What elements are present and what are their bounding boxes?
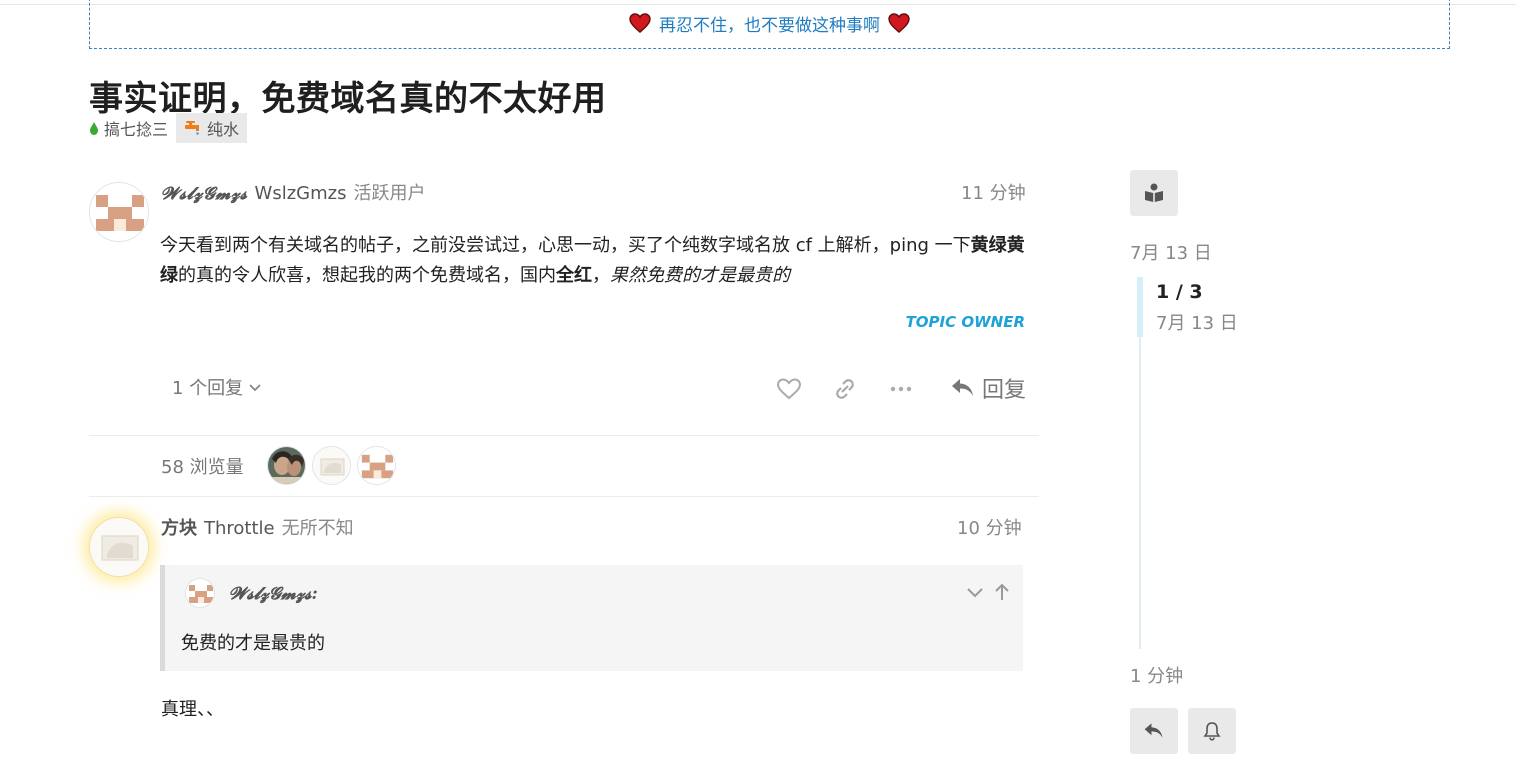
topic-tags: 搞七捻三 纯水 bbox=[89, 113, 248, 143]
show-replies-button[interactable]: 1 个回复 bbox=[172, 374, 263, 400]
timeline-start-date[interactable]: 7月 13 日 bbox=[1130, 239, 1212, 265]
reply-icon bbox=[951, 379, 973, 396]
link-icon[interactable] bbox=[832, 376, 858, 402]
notification-button[interactable] bbox=[1188, 708, 1236, 754]
post-text: 的真的令人欣喜，想起我的两个免费域名，国内 bbox=[178, 265, 556, 286]
author-title: 无所不知 bbox=[281, 518, 354, 539]
tag-label: 纯水 bbox=[207, 120, 240, 139]
summary-button[interactable] bbox=[1130, 170, 1178, 216]
more-options-icon[interactable] bbox=[888, 376, 914, 402]
post-body: 真理、、 bbox=[161, 699, 224, 720]
reply-topic-button[interactable] bbox=[1130, 708, 1178, 754]
timeline-position-date: 7月 13 日 bbox=[1156, 313, 1238, 334]
post-text-italic: 果然免费的才是最贵的 bbox=[610, 265, 790, 286]
reply-button[interactable]: 回复 bbox=[950, 372, 1026, 404]
chevron-down-icon bbox=[249, 384, 261, 392]
topic-owner-badge: TOPIC OWNER bbox=[905, 313, 1025, 331]
quote-author[interactable]: 𝓦𝓼𝓵𝔃𝓖𝓶𝔃𝓼: bbox=[229, 584, 318, 604]
replies-count-label: 1 个回复 bbox=[172, 378, 244, 399]
tag-badge[interactable]: 纯水 bbox=[176, 113, 248, 143]
participant-avatar[interactable] bbox=[357, 446, 396, 485]
banner-text[interactable]: 再忍不住，也不要做这种事啊 bbox=[659, 11, 880, 36]
post-author: 方块 Throttle 无所不知 bbox=[161, 514, 354, 540]
post-text: ， bbox=[592, 265, 610, 286]
faucet-icon bbox=[185, 121, 200, 135]
post-actions: 1 个回复 回复 bbox=[160, 368, 1030, 408]
author-username[interactable]: WslzGmzs bbox=[255, 183, 347, 204]
identicon-avatar bbox=[358, 447, 395, 484]
author-username[interactable]: Throttle bbox=[204, 518, 275, 539]
post-text-bold: 全红 bbox=[556, 265, 592, 286]
photo-avatar bbox=[268, 447, 305, 484]
post-time[interactable]: 11 分钟 bbox=[961, 179, 1026, 205]
photo-avatar bbox=[313, 447, 350, 484]
avatar[interactable] bbox=[89, 517, 149, 577]
avatar[interactable] bbox=[89, 182, 149, 242]
post-time[interactable]: 10 分钟 bbox=[957, 514, 1022, 540]
timeline-handle[interactable] bbox=[1137, 277, 1143, 337]
participant-avatar[interactable] bbox=[267, 446, 306, 485]
bell-icon bbox=[1203, 722, 1221, 741]
post-text: 今天看到两个有关域名的帖子，之前没尝试过，心思一动，买了个纯数字域名放 cf 上… bbox=[160, 235, 971, 256]
identicon-avatar bbox=[90, 183, 148, 241]
author-display-name[interactable]: 方块 bbox=[161, 514, 197, 540]
post-body: 今天看到两个有关域名的帖子，之前没尝试过，心思一动，买了个纯数字域名放 cf 上… bbox=[160, 231, 1030, 291]
timeline-end-time[interactable]: 1 分钟 bbox=[1130, 662, 1183, 688]
reply-icon bbox=[1144, 723, 1163, 738]
divider bbox=[89, 496, 1039, 497]
category-link[interactable]: 搞七捻三 bbox=[89, 116, 168, 140]
quote-avatar[interactable] bbox=[185, 578, 215, 608]
timeline-position: 1 / 3 bbox=[1156, 281, 1203, 303]
drop-icon bbox=[90, 121, 98, 135]
heart-icon bbox=[629, 13, 651, 33]
views-count: 58 浏览量 bbox=[161, 457, 244, 478]
arrow-up-icon[interactable] bbox=[991, 581, 1013, 603]
chevron-down-icon[interactable] bbox=[964, 581, 986, 603]
participant-avatar[interactable] bbox=[312, 446, 351, 485]
author-display-name[interactable]: 𝓦𝓼𝓵𝔃𝓖𝓶𝔃𝓼 bbox=[161, 184, 248, 204]
reply-button-label: 回复 bbox=[981, 378, 1026, 403]
heart-icon bbox=[888, 13, 910, 33]
divider bbox=[89, 435, 1039, 436]
like-heart-icon[interactable] bbox=[776, 376, 802, 402]
identicon-avatar bbox=[186, 579, 214, 607]
category-label: 搞七捻三 bbox=[104, 120, 169, 139]
quote-block: 𝓦𝓼𝓵𝔃𝓖𝓶𝔃𝓼: 免费的才是最贵的 bbox=[160, 565, 1023, 671]
announcement-banner: 再忍不住，也不要做这种事啊 bbox=[89, 0, 1450, 49]
quote-text: 免费的才是最贵的 bbox=[181, 633, 325, 654]
book-reader-icon bbox=[1145, 183, 1163, 202]
post-author: 𝓦𝓼𝓵𝔃𝓖𝓶𝔃𝓼 WslzGmzs 活跃用户 bbox=[161, 179, 425, 205]
photo-avatar bbox=[90, 518, 148, 576]
author-title: 活跃用户 bbox=[353, 183, 426, 204]
